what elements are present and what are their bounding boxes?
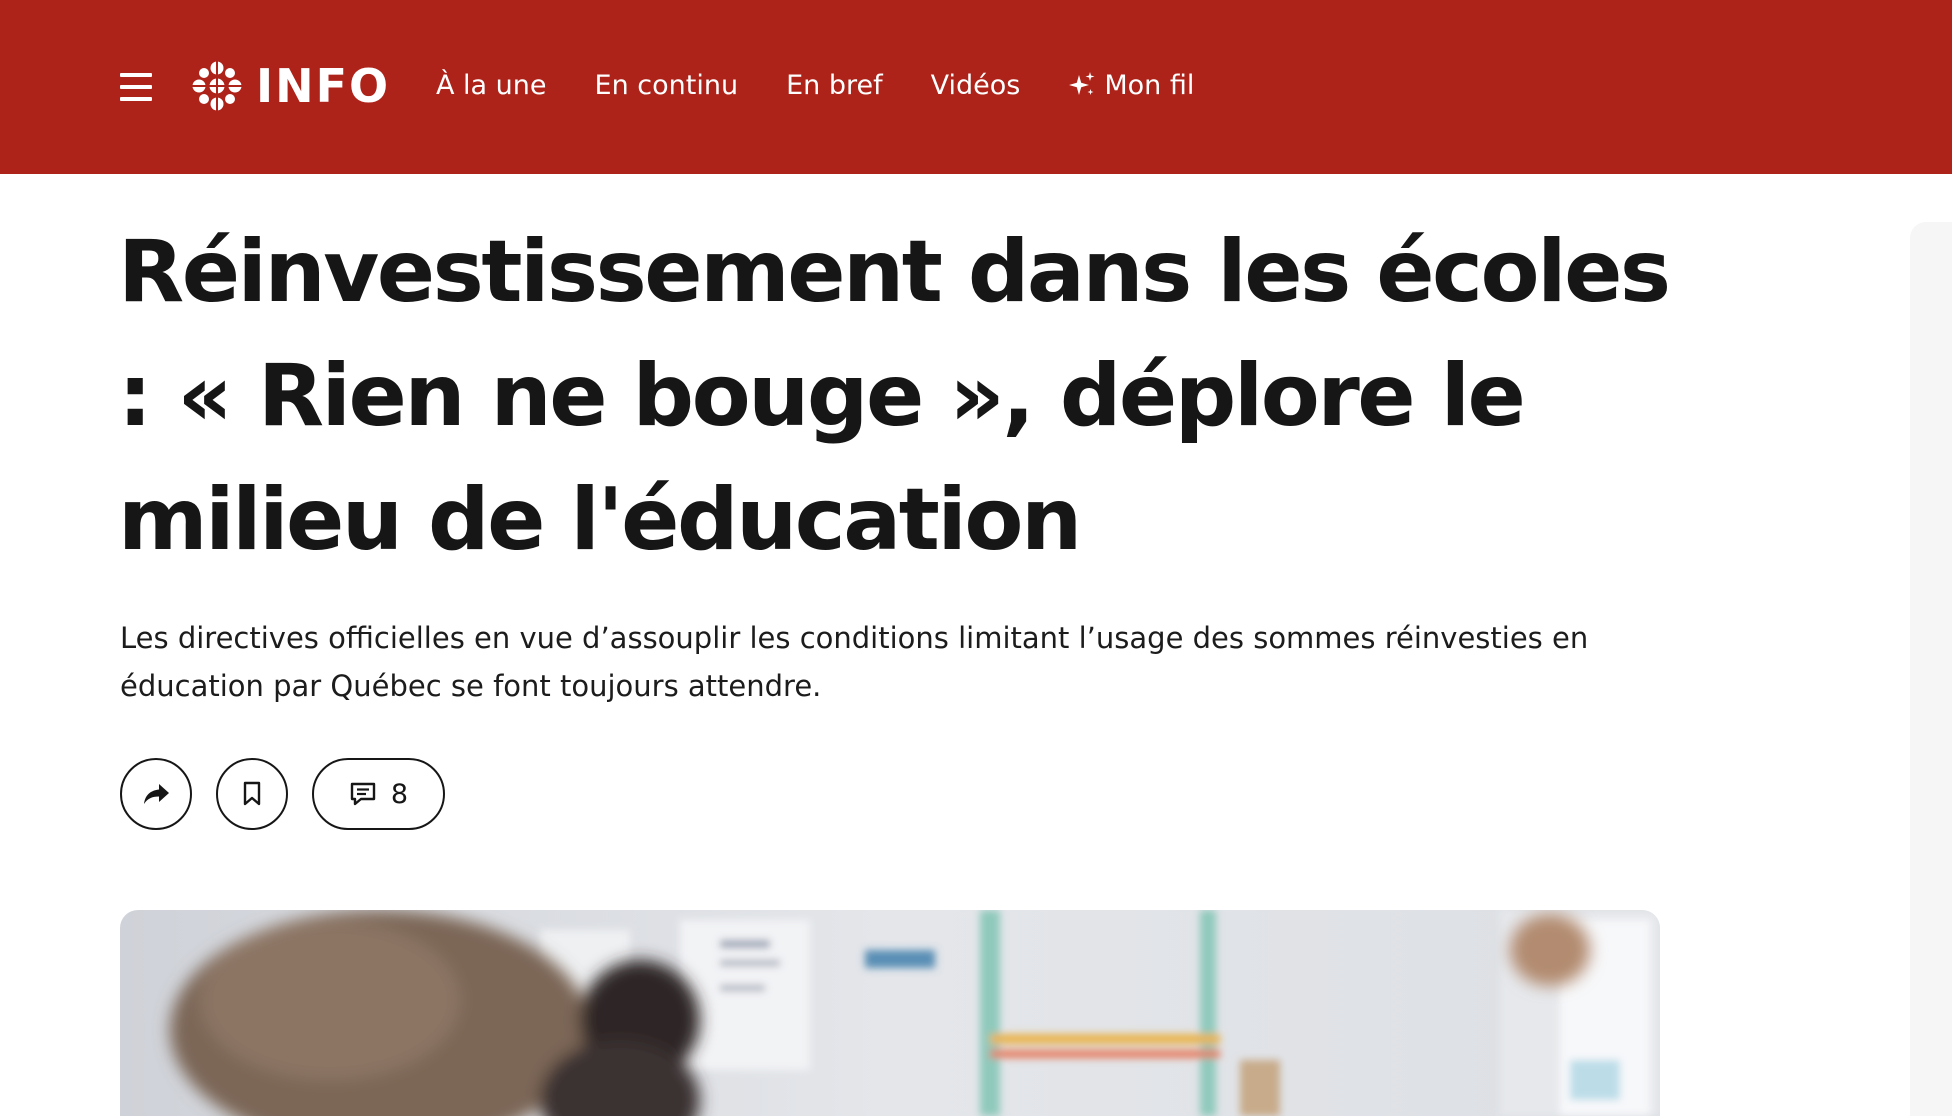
nav-item-en-bref[interactable]: En bref bbox=[786, 70, 883, 101]
logo-text: INFO bbox=[256, 59, 391, 113]
nav-item-label: Vidéos bbox=[930, 69, 1021, 101]
article-title: Réinvestissement dans les écoles : « Rie… bbox=[118, 222, 1671, 570]
bookmark-icon bbox=[243, 781, 261, 806]
nav-item-label: En bref bbox=[786, 69, 883, 101]
side-panel-edge bbox=[1910, 222, 1952, 1116]
nav-item-label: À la une bbox=[436, 69, 547, 101]
nav-item-a-la-une[interactable]: À la une bbox=[436, 70, 547, 101]
nav-item-en-continu[interactable]: En continu bbox=[595, 70, 739, 101]
nav-item-mon-fil[interactable]: Mon fil bbox=[1068, 70, 1194, 101]
article-actions: 8 bbox=[120, 758, 445, 830]
share-button[interactable] bbox=[120, 758, 192, 830]
sparkle-icon bbox=[1069, 72, 1095, 95]
hero-photo bbox=[120, 910, 1660, 1116]
main-nav: À la une En continu En bref Vidéos Mon f… bbox=[436, 64, 1242, 106]
nav-item-label: Mon fil bbox=[1104, 69, 1195, 101]
radio-canada-gem-icon bbox=[190, 59, 244, 113]
hamburger-menu-icon[interactable] bbox=[112, 66, 160, 108]
nav-item-videos[interactable]: Vidéos bbox=[931, 70, 1021, 101]
share-arrow-icon bbox=[144, 784, 169, 804]
comment-icon bbox=[350, 782, 376, 806]
site-logo[interactable]: INFO bbox=[190, 56, 390, 116]
comment-count: 8 bbox=[390, 778, 409, 810]
bookmark-button[interactable] bbox=[216, 758, 288, 830]
site-header: INFO À la une En continu En bref Vidéos … bbox=[0, 0, 1952, 174]
nav-item-label: En continu bbox=[594, 69, 739, 101]
article-lede: Les directives officielles en vue d’asso… bbox=[120, 621, 1589, 703]
comments-button[interactable]: 8 bbox=[312, 758, 445, 830]
